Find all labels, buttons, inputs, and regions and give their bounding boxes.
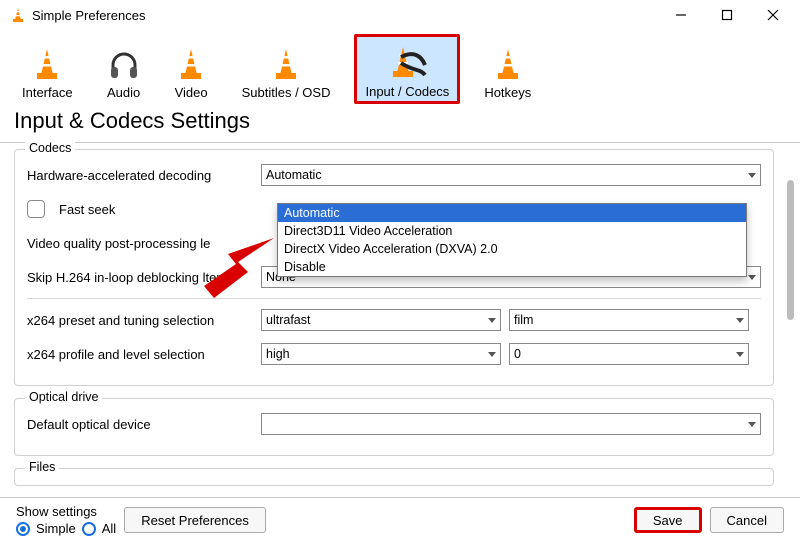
show-settings-all-radio[interactable] <box>82 522 96 536</box>
x264-profile-label: x264 profile and level selection <box>27 347 253 362</box>
x264-tuning-dropdown[interactable]: film <box>509 309 749 331</box>
x264-preset-label: x264 preset and tuning selection <box>27 313 253 328</box>
tab-label: Subtitles / OSD <box>242 85 331 100</box>
x264-level-value: 0 <box>514 347 521 361</box>
fast-seek-label: Fast seek <box>59 202 115 217</box>
x264-preset-dropdown[interactable]: ultrafast <box>261 309 501 331</box>
x264-level-dropdown[interactable]: 0 <box>509 343 749 365</box>
dropdown-option[interactable]: Automatic <box>278 204 746 222</box>
hw-decoding-dropdown-list[interactable]: Automatic Direct3D11 Video Acceleration … <box>277 203 747 277</box>
category-tabs: Interface Audio Video Subtitles / OSD In… <box>0 30 800 106</box>
tab-label: Video <box>175 85 208 100</box>
fast-seek-checkbox[interactable] <box>27 200 45 218</box>
cone-with-film-icon <box>387 44 427 82</box>
cancel-button[interactable]: Cancel <box>710 507 784 533</box>
group-files: Files <box>14 468 774 486</box>
cone-icon <box>175 45 207 83</box>
show-settings-label: Show settings <box>16 504 110 519</box>
tab-video[interactable]: Video <box>165 34 218 104</box>
page-title: Input & Codecs Settings <box>0 106 800 143</box>
tab-subtitles[interactable]: Subtitles / OSD <box>232 34 341 104</box>
save-button[interactable]: Save <box>634 507 702 533</box>
minimize-button[interactable] <box>658 0 704 30</box>
default-optical-label: Default optical device <box>27 417 253 432</box>
x264-profile-value: high <box>266 347 290 361</box>
button-label: Save <box>653 513 683 528</box>
cone-icon <box>492 45 524 83</box>
bottom-bar: Show settings Simple All Reset Preferenc… <box>0 497 800 542</box>
x264-profile-dropdown[interactable]: high <box>261 343 501 365</box>
tab-label: Input / Codecs <box>365 84 449 99</box>
button-label: Cancel <box>727 513 767 528</box>
annotation-arrow-icon <box>204 238 274 298</box>
tab-label: Hotkeys <box>484 85 531 100</box>
tab-input-codecs[interactable]: Input / Codecs <box>354 34 460 104</box>
scrollbar[interactable] <box>787 180 794 320</box>
close-button[interactable] <box>750 0 796 30</box>
default-optical-dropdown[interactable] <box>261 413 761 435</box>
hw-decoding-dropdown[interactable]: Automatic <box>261 164 761 186</box>
dropdown-option[interactable]: Disable <box>278 258 746 276</box>
x264-tuning-value: film <box>514 313 533 327</box>
vlc-cone-icon <box>10 7 26 23</box>
group-optical: Optical drive Default optical device <box>14 398 774 456</box>
hw-decoding-value: Automatic <box>266 168 322 182</box>
tab-audio[interactable]: Audio <box>97 34 151 104</box>
vq-post-label: Video quality post-processing le <box>27 236 210 251</box>
radio-label: Simple <box>36 521 76 536</box>
show-settings-simple-radio[interactable] <box>16 522 30 536</box>
tab-interface[interactable]: Interface <box>12 34 83 104</box>
window-title: Simple Preferences <box>32 8 145 23</box>
hw-decoding-label: Hardware-accelerated decoding <box>27 168 253 183</box>
group-title: Codecs <box>25 141 75 155</box>
group-title: Files <box>25 460 59 474</box>
cone-icon <box>270 45 302 83</box>
x264-preset-value: ultrafast <box>266 313 310 327</box>
dropdown-option[interactable]: DirectX Video Acceleration (DXVA) 2.0 <box>278 240 746 258</box>
maximize-button[interactable] <box>704 0 750 30</box>
tab-hotkeys[interactable]: Hotkeys <box>474 34 541 104</box>
group-title: Optical drive <box>25 390 102 404</box>
headphones-icon <box>107 45 141 83</box>
reset-preferences-button[interactable]: Reset Preferences <box>124 507 266 533</box>
radio-label: All <box>102 521 116 536</box>
button-label: Reset Preferences <box>141 513 249 528</box>
tab-label: Audio <box>107 85 140 100</box>
titlebar: Simple Preferences <box>0 0 800 30</box>
dropdown-option[interactable]: Direct3D11 Video Acceleration <box>278 222 746 240</box>
cone-icon <box>31 45 63 83</box>
tab-label: Interface <box>22 85 73 100</box>
